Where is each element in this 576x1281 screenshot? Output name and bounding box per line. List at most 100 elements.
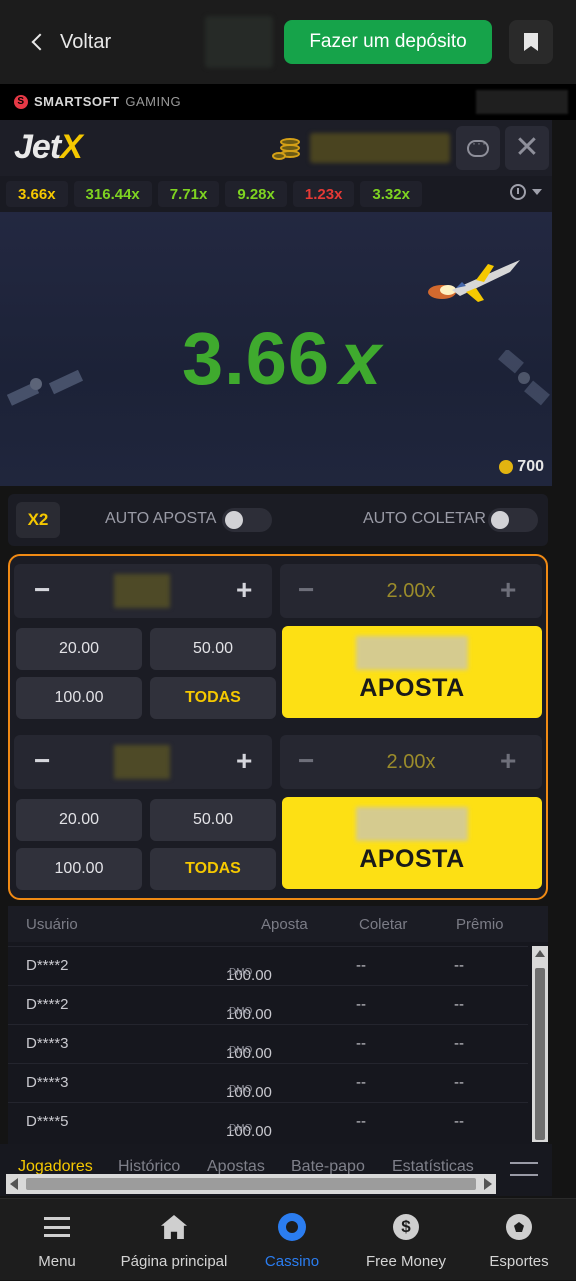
x2-button[interactable]: X2 (16, 502, 60, 538)
history-item: 3.32x (360, 181, 422, 207)
minus-icon[interactable]: − (34, 576, 50, 604)
tabs-scrollbar[interactable] (6, 1174, 496, 1194)
multiplier-suffix: x (340, 317, 383, 400)
deposit-button[interactable]: Fazer um depósito (284, 20, 492, 64)
row-unit: DMO (229, 1006, 253, 1017)
jet-icon (428, 260, 520, 302)
history-clock-icon (510, 184, 526, 200)
auto-collect-toggle[interactable] (488, 508, 538, 532)
row-unit: DMO (229, 1084, 253, 1095)
bet-block: − + − 2.00x + 20.00 50.00 100.00 TODAS A… (14, 731, 542, 894)
nav-casino[interactable]: Cassino (252, 1199, 332, 1281)
chevron-left-icon (31, 33, 49, 51)
casino-icon (278, 1213, 306, 1241)
nav-home[interactable]: Página principal (114, 1199, 234, 1281)
table-row: D****2 100.00 DMO -- -- (8, 985, 528, 1023)
soccer-ball-icon (506, 1214, 532, 1240)
scroll-right-icon[interactable] (484, 1178, 492, 1190)
row-unit: DMO (229, 967, 253, 978)
bet-block: − + − 2.00x + 20.00 50.00 100.00 TODAS A… (14, 560, 542, 723)
nav-label: Página principal (120, 1253, 228, 1270)
players-count-value: 700 (517, 458, 544, 475)
chip-button[interactable]: 20.00 (16, 799, 142, 841)
close-button[interactable]: ✕ (505, 126, 549, 170)
menu-icon (44, 1217, 70, 1237)
all-in-button[interactable]: TODAS (150, 848, 276, 890)
history-item: 1.23x (292, 181, 355, 207)
row-collect: -- (356, 1035, 366, 1052)
auto-cashout-control: − 2.00x + (280, 564, 542, 618)
chip-button[interactable]: 50.00 (150, 628, 276, 670)
history-item: 3.66x (6, 181, 68, 207)
row-user: D****2 (26, 957, 69, 974)
column-user: Usuário (26, 916, 78, 933)
row-prize: -- (454, 1074, 464, 1091)
chip-button[interactable]: 100.00 (16, 848, 142, 890)
auto-bet-label: AUTO APOSTA (105, 510, 217, 527)
back-button[interactable]: Voltar (28, 24, 111, 60)
jetx-logo: JetX (14, 128, 83, 167)
column-bet: Aposta (261, 916, 308, 933)
history-dropdown[interactable] (510, 184, 542, 200)
auto-bet-toggle[interactable] (222, 508, 272, 532)
chat-button[interactable] (456, 126, 500, 170)
row-user: D****3 (26, 1035, 69, 1052)
nav-menu[interactable]: Menu (17, 1199, 97, 1281)
scroll-left-icon[interactable] (10, 1178, 18, 1190)
plus-icon[interactable]: + (500, 747, 516, 775)
logo-accent: X (60, 128, 83, 166)
multiplier-value: 3.66 (182, 317, 331, 400)
scroll-thumb[interactable] (26, 1178, 476, 1190)
plus-icon[interactable]: + (236, 576, 252, 604)
tabs-menu-icon[interactable] (510, 1162, 538, 1176)
table-row: D****3 100.00 DMO -- -- (8, 1024, 528, 1062)
auto-bar: X2 AUTO APOSTA AUTO COLETAR (8, 494, 548, 546)
place-bet-button[interactable]: APOSTA (282, 797, 542, 889)
table-row: D****5 100.00 DMO -- -- (8, 1102, 528, 1140)
bet-amount-control: − + (14, 564, 272, 618)
row-unit: DMO (229, 1045, 253, 1056)
all-in-button[interactable]: TODAS (150, 677, 276, 719)
nav-label: Cassino (264, 1253, 320, 1270)
plus-icon[interactable]: + (500, 576, 516, 604)
toggle-knob (491, 511, 509, 529)
auto-cashout-control: − 2.00x + (280, 735, 542, 789)
bottom-nav: Menu Página principal Cassino $ Free Mon… (0, 1198, 576, 1280)
row-unit: DMO (229, 1123, 253, 1134)
bookmark-icon (524, 33, 538, 51)
multiplier-history: 3.66x 316.44x 7.71x 9.28x 1.23x 3.32x (0, 176, 552, 212)
close-icon: ✕ (514, 131, 540, 164)
chevron-down-icon (532, 189, 542, 195)
players-table: Usuário Aposta Coletar Prêmio D****2 100… (8, 906, 548, 1144)
plus-icon[interactable]: + (236, 747, 252, 775)
balance-redacted (310, 133, 450, 163)
scroll-up-icon[interactable] (535, 950, 545, 957)
nav-free-money[interactable]: $ Free Money (356, 1199, 456, 1281)
row-prize: -- (454, 957, 464, 974)
chip-button[interactable]: 100.00 (16, 677, 142, 719)
nav-label: Free Money (365, 1253, 447, 1270)
place-bet-button[interactable]: APOSTA (282, 626, 542, 718)
satellite-icon (6, 370, 84, 406)
table-scrollbar[interactable] (532, 946, 548, 1142)
chat-icon (467, 136, 489, 157)
chip-button[interactable]: 50.00 (150, 799, 276, 841)
provider-bar: S SMARTSOFT GAMING (0, 84, 576, 120)
logo-main: Jet (14, 128, 61, 166)
row-collect: -- (356, 996, 366, 1013)
scroll-thumb[interactable] (535, 968, 545, 1140)
bookmark-button[interactable] (509, 20, 553, 64)
column-collect: Coletar (359, 916, 408, 933)
minus-icon[interactable]: − (34, 747, 50, 775)
redacted-area (476, 90, 568, 114)
smartsoft-mark-icon: S (14, 94, 28, 109)
toggle-knob (225, 511, 243, 529)
row-user: D****5 (26, 1113, 69, 1130)
chip-button[interactable]: 20.00 (16, 628, 142, 670)
smartsoft-logo: S SMARTSOFT GAMING (14, 94, 181, 109)
satellite-icon (498, 350, 550, 406)
provider-brand: SMARTSOFT (34, 94, 120, 109)
game-canvas: 3.66 x 700 (0, 212, 552, 486)
row-prize: -- (454, 996, 464, 1013)
nav-sports[interactable]: Esportes (479, 1199, 559, 1281)
